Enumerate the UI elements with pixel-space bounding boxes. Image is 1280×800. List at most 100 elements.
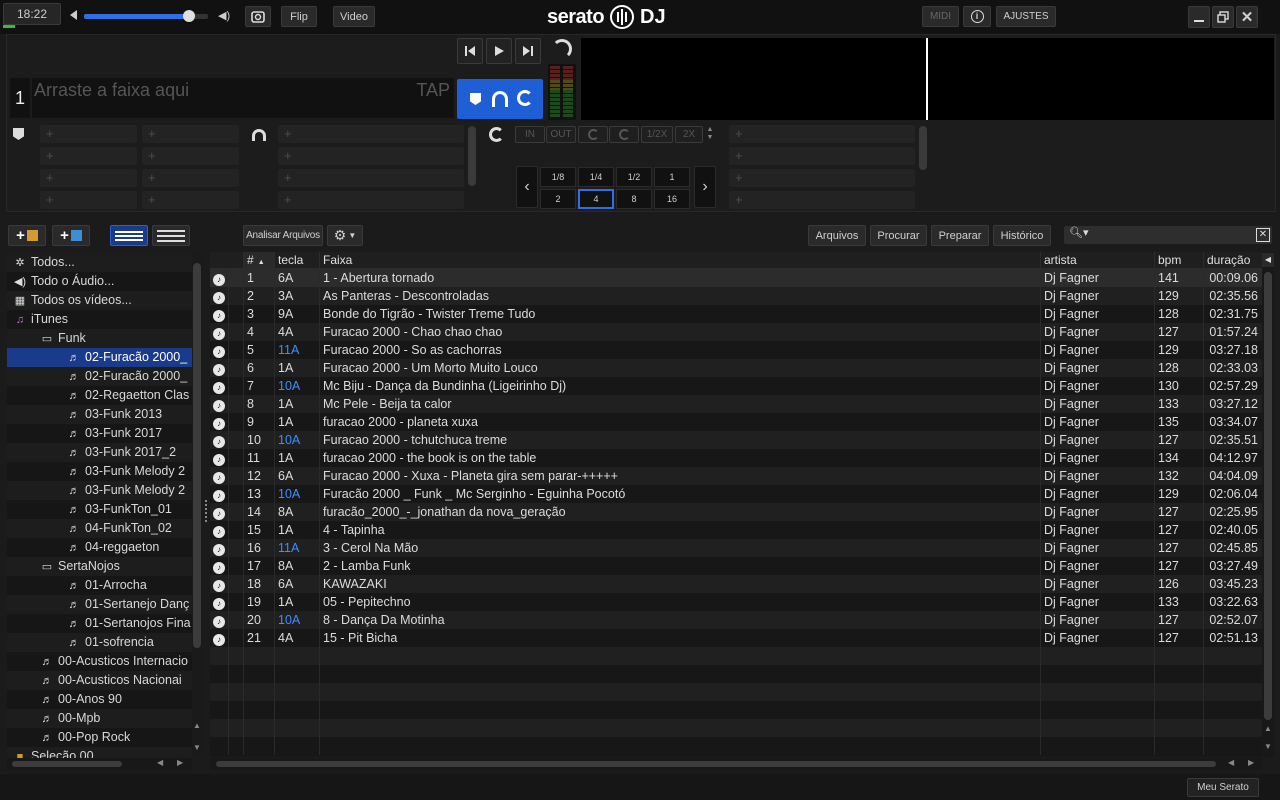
close-button[interactable]: ✕: [1236, 6, 1258, 28]
pad-slot[interactable]: +: [278, 125, 464, 143]
prev-track-button[interactable]: [457, 38, 483, 64]
header-duration[interactable]: duração: [1203, 252, 1262, 269]
tree-scrollbar[interactable]: ▲ ▼: [192, 253, 202, 758]
pad-slot[interactable]: +: [278, 147, 464, 165]
pad-slot[interactable]: +: [142, 147, 239, 165]
tree-item[interactable]: ♬ 04-FunkTon_02: [7, 519, 192, 538]
table-row[interactable]: ♪ 1 6A 1 - Abertura tornado Dj Fagner 141 00:0…: [210, 269, 1262, 287]
loop-reloop-button[interactable]: [578, 126, 608, 143]
tree-item[interactable]: ♬ 03-Funk 2017_2: [7, 443, 192, 462]
search-input[interactable]: 🔍︎▾ ✕: [1064, 226, 1272, 244]
pad-slot[interactable]: +: [729, 125, 915, 143]
scroll-down-icon[interactable]: ▼: [193, 743, 201, 752]
midi-button[interactable]: MIDI: [922, 6, 959, 27]
loop-out-button[interactable]: OUT: [546, 126, 576, 143]
pad-slot[interactable]: +: [729, 169, 915, 187]
pad-slot[interactable]: +: [278, 169, 464, 187]
table-scroll-left-icon[interactable]: ◀: [1228, 758, 1234, 767]
table-row[interactable]: ♪ 5 11A Furacao 2000 - So as cachorras Dj Fa…: [210, 341, 1262, 359]
pad-slot[interactable]: +: [142, 125, 239, 143]
scroll-left-icon[interactable]: ◀: [157, 758, 163, 767]
history-button[interactable]: Histórico: [993, 225, 1051, 246]
tree-hscrollbar[interactable]: ◀ ▶: [7, 758, 192, 770]
beat-size-next-button[interactable]: ›: [694, 166, 716, 208]
tree-item[interactable]: ♬ 02-Furacão 2000_: [7, 348, 192, 367]
add-crate-button[interactable]: +: [8, 225, 46, 246]
pad-slot[interactable]: +: [142, 169, 239, 187]
table-row[interactable]: ♪ 18 6A KAWAZAKI Dj Fagner 126 03:45.23: [210, 575, 1262, 593]
info-button[interactable]: i: [963, 6, 991, 27]
table-scroll-up-icon[interactable]: ▲: [1264, 724, 1272, 733]
loop-double-button[interactable]: 2X: [675, 126, 703, 143]
table-row[interactable]: ♪ 13 10A Furacão 2000 _ Funk _ Mc Serginho …: [210, 485, 1262, 503]
tree-item[interactable]: ♬ 03-Funk 2017: [7, 424, 192, 443]
loop-roll-scrollbar[interactable]: [919, 126, 927, 170]
prepare-button[interactable]: Preparar: [931, 225, 989, 246]
tree-item[interactable]: ♬ 01-Arrocha: [7, 576, 192, 595]
pad-slot[interactable]: +: [40, 191, 137, 209]
search-clear-button[interactable]: ✕: [1256, 228, 1270, 242]
tree-item[interactable]: ♬ 03-Funk Melody 2: [7, 462, 192, 481]
auto-loop-icon[interactable]: [517, 90, 533, 106]
cue-scrollbar[interactable]: [468, 126, 476, 186]
pad-slot[interactable]: +: [142, 191, 239, 209]
detail-view-button[interactable]: [152, 225, 190, 246]
tree-item[interactable]: ▭ Funk: [7, 329, 192, 348]
header-artist[interactable]: artista: [1040, 252, 1154, 269]
table-row[interactable]: ♪ 17 8A 2 - Lamba Funk Dj Fagner 127 03:27.49: [210, 557, 1262, 575]
add-smart-crate-button[interactable]: +: [52, 225, 90, 246]
loop-stepper[interactable]: ▲ ▼: [705, 126, 715, 143]
my-serato-button[interactable]: Meu Serato: [1187, 778, 1259, 797]
header-bpm[interactable]: bpm: [1154, 252, 1203, 269]
tree-item[interactable]: ♬ 02-Furacão 2000_: [7, 367, 192, 386]
beat-size-2[interactable]: 2: [540, 189, 576, 209]
header-track[interactable]: Faixa: [319, 252, 1040, 269]
table-row[interactable]: ♪ 11 1A furacao 2000 - the book is on the t…: [210, 449, 1262, 467]
tree-item[interactable]: ♬ 00-Pop Rock: [7, 728, 192, 747]
tree-item[interactable]: ✲ Todos...: [7, 253, 192, 272]
tree-item[interactable]: ♬ 02-Regaetton Clas: [7, 386, 192, 405]
scroll-up-icon[interactable]: ▲: [193, 721, 201, 730]
column-menu-icon[interactable]: ◀: [1262, 253, 1274, 267]
table-hscrollbar[interactable]: ◀ ▶: [210, 758, 1262, 770]
table-row[interactable]: ♪ 20 10A 8 - Dança Da Motinha Dj Fagner 127 02…: [210, 611, 1262, 629]
tree-item[interactable]: ◀) Todo o Áudio...: [7, 272, 192, 291]
tree-item[interactable]: ■ Seleção 00: [7, 747, 192, 758]
browse-button[interactable]: Procurar: [870, 225, 927, 246]
tree-item[interactable]: ▭ SertaNojos: [7, 557, 192, 576]
table-row[interactable]: ♪ 2 3A As Panteras - Descontroladas Dj Fagne…: [210, 287, 1262, 305]
track-drop-zone[interactable]: Arraste a faixa aqui TAP: [32, 78, 454, 118]
loop-half-button[interactable]: 1/2X: [641, 126, 673, 143]
table-row[interactable]: ♪ 3 9A Bonde do Tigrão - Twister Treme Tudo…: [210, 305, 1262, 323]
table-row[interactable]: ♪ 16 11A 3 - Cerol Na Mão Dj Fagner 127 02:45.…: [210, 539, 1262, 557]
tree-item[interactable]: ♬ 00-Anos 90: [7, 690, 192, 709]
volume-slider[interactable]: [84, 10, 208, 22]
table-row[interactable]: ♪ 10 10A Furacao 2000 - tchutchuca treme Dj …: [210, 431, 1262, 449]
tree-item[interactable]: ▦ Todos os vídeos...: [7, 291, 192, 310]
tree-item[interactable]: ♬ 01-sofrencia: [7, 633, 192, 652]
table-row[interactable]: ♪ 8 1A Mc Pele - Beija ta calor Dj Fagner 133…: [210, 395, 1262, 413]
beat-size-1-8[interactable]: 1/8: [540, 167, 576, 187]
tap-button[interactable]: TAP: [416, 80, 450, 101]
beat-size-1-2[interactable]: 1/2: [616, 167, 652, 187]
files-button[interactable]: Arquivos: [808, 225, 866, 246]
loop-toggle-button[interactable]: [609, 126, 639, 143]
cue-mode-icon[interactable]: [470, 93, 481, 105]
tree-item[interactable]: ♬ 00-Acusticos Nacionai: [7, 671, 192, 690]
table-row[interactable]: ♪ 14 8A furacão_2000_-_jonathan da nova_ger…: [210, 503, 1262, 521]
header-key[interactable]: tecla: [274, 252, 319, 269]
tree-item[interactable]: ♬ 00-Acusticos Internacio: [7, 652, 192, 671]
restore-button[interactable]: [1212, 6, 1234, 28]
table-row[interactable]: ♪ 12 6A Furacao 2000 - Xuxa - Planeta gira …: [210, 467, 1262, 485]
beat-size-prev-button[interactable]: ‹: [516, 166, 538, 208]
panel-splitter[interactable]: [205, 500, 207, 522]
pad-slot[interactable]: +: [729, 147, 915, 165]
beat-size-4[interactable]: 4: [578, 189, 614, 209]
settings-button[interactable]: AJUSTES: [996, 6, 1056, 27]
screenshot-button[interactable]: [245, 6, 271, 27]
library-settings-button[interactable]: ⚙ ▼: [327, 225, 363, 246]
saved-loop-icon[interactable]: [492, 91, 508, 107]
header-num[interactable]: # ▲: [243, 252, 274, 269]
table-row[interactable]: ♪ 15 1A 4 - Tapinha Dj Fagner 127 02:40.05: [210, 521, 1262, 539]
table-row[interactable]: ♪ 7 10A Mc Biju - Dança da Bundinha (Ligeir…: [210, 377, 1262, 395]
